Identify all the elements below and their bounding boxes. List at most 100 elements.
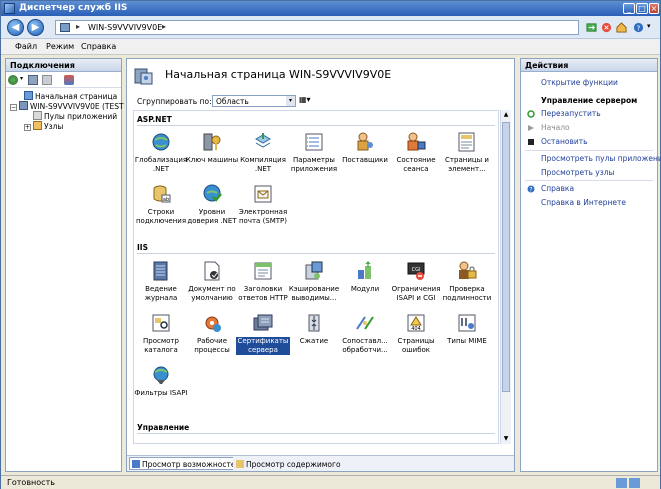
feature-label: Поставщики (342, 156, 388, 164)
scroll-thumb[interactable] (502, 122, 510, 392)
group-by-select[interactable]: Область ▾ (212, 95, 296, 107)
feature-label: Проверка подлинности (442, 285, 492, 302)
svg-text:?: ? (637, 23, 641, 32)
globe-icon (152, 133, 170, 151)
tab-label: Просмотр возможностей (142, 460, 241, 469)
feature-machine-key[interactable]: Ключ машины (185, 131, 239, 165)
feature-isapi-filters[interactable]: Фильтры ISAPI (134, 364, 188, 398)
feature-label: Электронная почта (SMTP) (238, 208, 288, 225)
tree-label: Начальная страница (35, 92, 118, 101)
forward-button[interactable]: ▶ (27, 19, 44, 36)
feature-label: Уровни доверия .NET (187, 208, 237, 225)
action-start[interactable]: Начало (541, 123, 570, 132)
network-status-icon (616, 478, 640, 488)
features-scrollbar[interactable]: ▲ ▼ (500, 110, 511, 444)
view-tabs: Просмотр возможностей Просмотр содержимо… (127, 455, 514, 471)
feature-providers[interactable]: Поставщики (338, 131, 392, 165)
feature-modules[interactable]: Модули (338, 260, 392, 294)
connect-dropdown-icon[interactable]: ▾ (20, 75, 26, 85)
feature-smtp-email[interactable]: Электронная почта (SMTP) (236, 183, 290, 226)
feature-label: Ключ машины (185, 156, 239, 164)
feature-net-trust-levels[interactable]: Уровни доверия .NET (185, 183, 239, 226)
feature-error-pages[interactable]: 404 Страницы ошибок (389, 312, 443, 355)
up-level-icon[interactable] (42, 75, 52, 85)
action-online-help[interactable]: Справка в Интернете (541, 198, 626, 207)
feature-label: Страницы и элемент... (445, 156, 489, 173)
feature-connection-strings[interactable]: ab Строки подключения (134, 183, 188, 226)
tree-label: Узлы (44, 122, 64, 131)
feature-label: Просмотр каталога (143, 337, 179, 354)
error-pages-icon: 404 (407, 314, 425, 332)
scroll-down-icon[interactable]: ▼ (501, 434, 511, 444)
dropdown-arrow-icon[interactable]: ▾ (286, 96, 295, 106)
window-title: Диспетчер служб IIS (19, 3, 128, 13)
page-title: Начальная страница WIN-S9VVVIV9V0E (165, 68, 392, 81)
feature-http-response-headers[interactable]: Заголовки ответов HTTP (236, 260, 290, 303)
breadcrumb-separator-icon[interactable]: ▸ (162, 22, 166, 31)
feature-app-settings[interactable]: Параметры приложения (287, 131, 341, 174)
collapse-icon[interactable]: − (10, 104, 17, 111)
minimize-button[interactable]: _ (623, 3, 635, 14)
feature-session-state[interactable]: Состояние сеанса (389, 131, 443, 174)
remove-connection-icon[interactable] (64, 75, 74, 85)
menu-file[interactable]: Файл (15, 42, 37, 51)
tab-label: Просмотр содержимого (246, 460, 341, 469)
feature-label: Глобализация .NET (134, 156, 188, 173)
tree-item-start-page[interactable]: Начальная страница (24, 91, 117, 101)
feature-directory-browsing[interactable]: Просмотр каталога (134, 312, 188, 355)
tree-item-app-pools[interactable]: Пулы приложений (33, 111, 117, 121)
scroll-up-icon[interactable]: ▲ (501, 110, 511, 120)
menu-help[interactable]: Справка (81, 42, 116, 51)
tab-features-view[interactable]: Просмотр возможностей (129, 457, 245, 470)
help-icon[interactable]: ? (633, 22, 644, 33)
feature-logging[interactable]: Ведение журнала (134, 260, 188, 303)
action-stop[interactable]: Остановить (541, 137, 588, 146)
svg-text:404: 404 (411, 326, 421, 332)
feature-authentication[interactable]: Проверка подлинности (440, 260, 494, 303)
action-restart[interactable]: Перезапустить (541, 109, 601, 118)
expand-icon[interactable]: + (24, 124, 31, 131)
feature-isapi-cgi-restrictions[interactable]: CGI Ограничения ISAPI и CGI (389, 260, 443, 303)
providers-icon (357, 132, 373, 151)
connect-icon[interactable] (8, 75, 18, 85)
home-icon[interactable] (616, 22, 627, 33)
back-button[interactable]: ◀ (7, 19, 24, 36)
feature-pages-controls[interactable]: Страницы и элемент... (440, 131, 494, 174)
address-row: ◀ ▶ ▸ WIN-S9VVVIV9V0E ▸ ? ▾ (1, 16, 660, 39)
view-mode-icon[interactable]: ▦▾ (299, 95, 317, 107)
feature-mime-types[interactable]: Типы MIME (440, 312, 494, 346)
stop-icon[interactable] (601, 22, 612, 33)
feature-label: Рабочие процессы (194, 337, 230, 354)
feature-handler-mappings[interactable]: Сопоставл... обработчи... (338, 312, 392, 355)
home-page-panel: Начальная страница WIN-S9VVVIV9V0E Сгруп… (126, 58, 515, 472)
tree-label: WIN-S9VVVIV9V0E (TEST (30, 102, 124, 111)
tree-item-sites[interactable]: + Узлы (24, 121, 63, 131)
action-view-sites[interactable]: Просмотреть узлы (541, 168, 614, 177)
feature-label: Документ по умолчанию (188, 285, 236, 302)
status-bar: Готовность (1, 475, 660, 489)
feature-default-document[interactable]: Документ по умолчанию (185, 260, 239, 303)
logging-icon (153, 261, 168, 281)
save-icon[interactable] (28, 75, 38, 85)
address-bar[interactable]: ▸ WIN-S9VVVIV9V0E ▸ (55, 20, 579, 35)
tab-content-view[interactable]: Просмотр содержимого (233, 457, 345, 470)
feature-server-certificates[interactable]: Сертификаты сервера (236, 312, 290, 355)
close-button[interactable]: × (649, 3, 659, 14)
feature-worker-processes[interactable]: Рабочие процессы (185, 312, 239, 355)
menu-view[interactable]: Режим (46, 42, 74, 51)
breadcrumb-server[interactable]: WIN-S9VVVIV9V0E (88, 23, 162, 32)
tree-item-server[interactable]: − WIN-S9VVVIV9V0E (TEST (10, 101, 124, 111)
action-open-feature[interactable]: Открытие функции (541, 78, 618, 87)
action-view-app-pools[interactable]: Просмотреть пулы приложений (541, 154, 661, 163)
server-certificates-icon (253, 314, 273, 331)
feature-net-compilation[interactable]: Компиляция .NET (236, 131, 290, 174)
feature-compression[interactable]: Сжатие (287, 312, 341, 346)
trust-levels-icon (203, 184, 222, 202)
help-dropdown-icon[interactable]: ▾ (647, 22, 651, 30)
modules-icon (358, 261, 371, 279)
feature-output-caching[interactable]: Кэширование выводимы... (287, 260, 341, 303)
maximize-button[interactable]: □ (636, 3, 648, 14)
refresh-icon[interactable] (586, 22, 597, 33)
feature-net-globalization[interactable]: Глобализация .NET (134, 131, 188, 174)
action-help[interactable]: Справка (541, 184, 574, 193)
